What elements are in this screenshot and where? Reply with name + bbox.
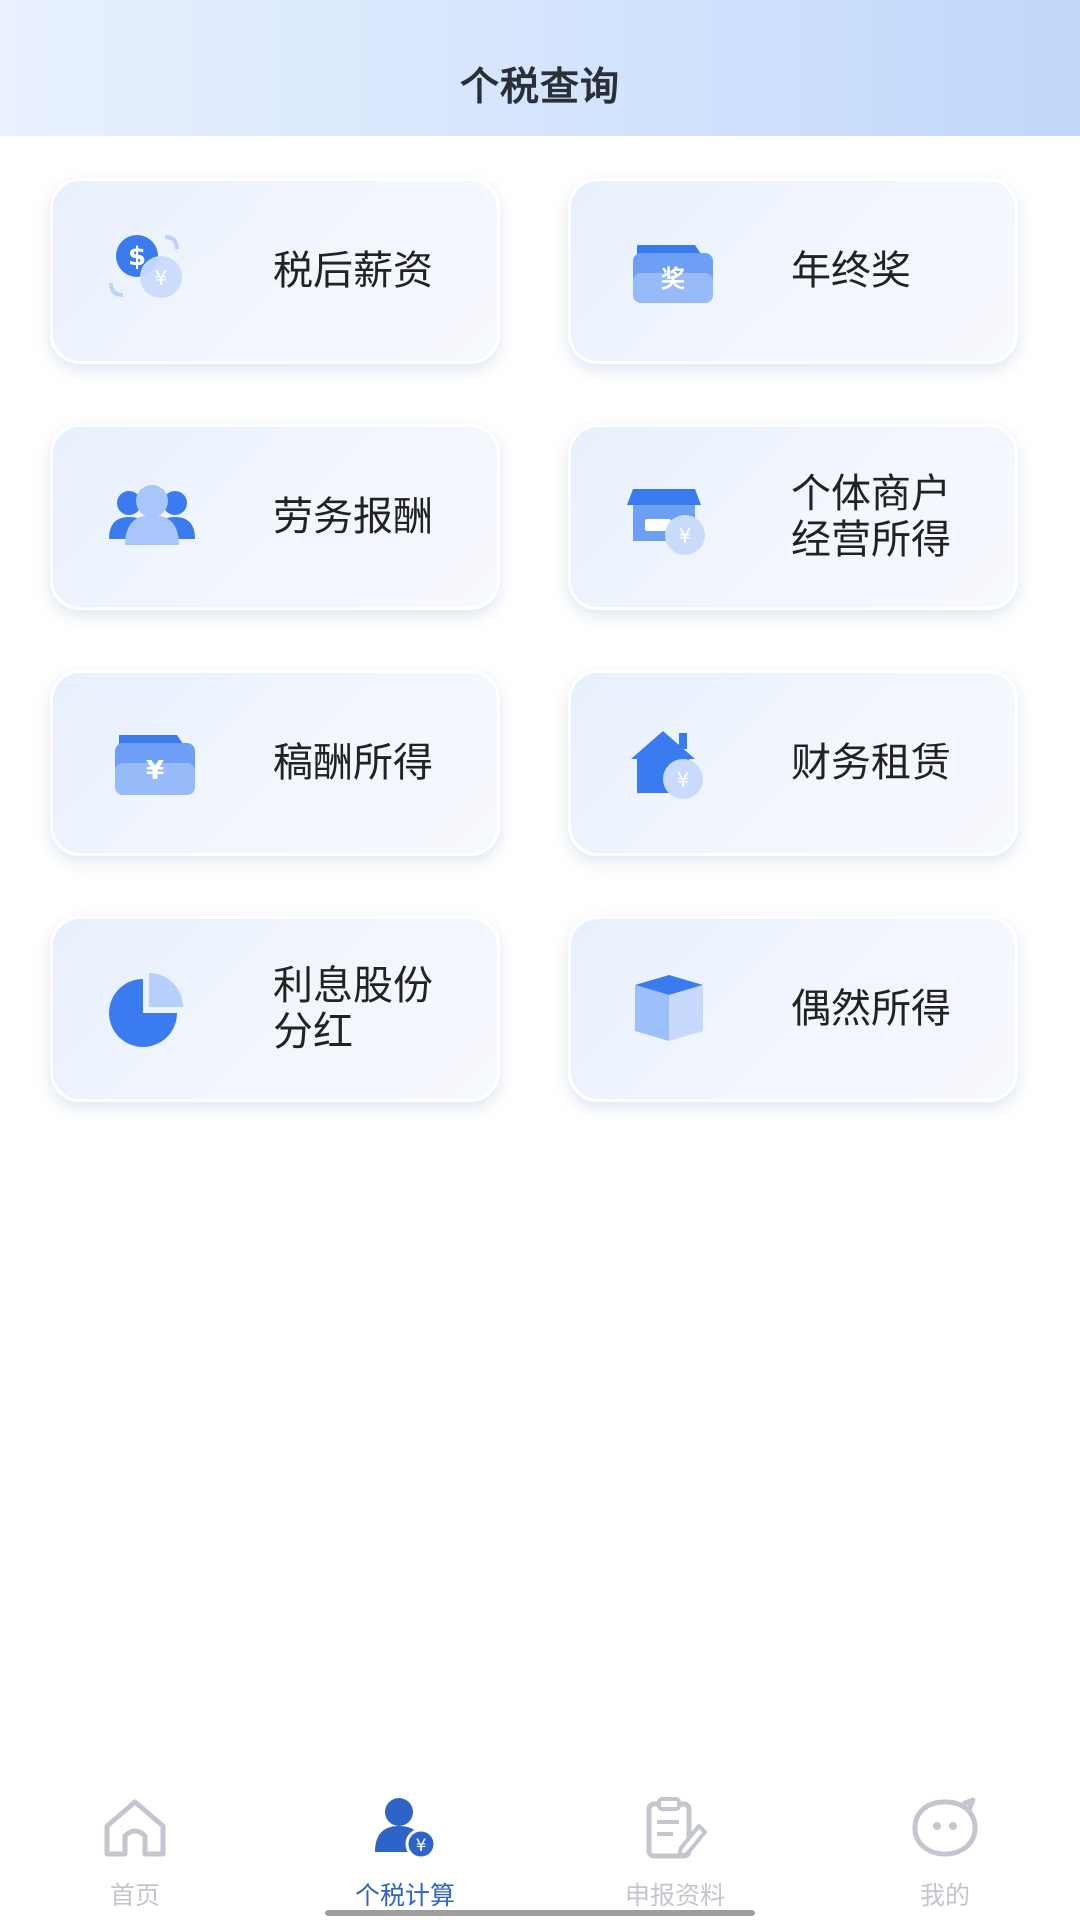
card-label: 利息股份 分红	[273, 963, 433, 1055]
tab-tax-calc[interactable]: ¥ 个税计算	[315, 1790, 495, 1920]
card-business-income[interactable]: ¥ 个体商户 经营所得	[568, 424, 1018, 610]
year-end-bonus-icon: 奖	[633, 245, 713, 303]
page-title: 个税查询	[459, 65, 620, 110]
card-financial-leasing[interactable]: ¥ 财务租赁	[568, 670, 1018, 856]
tab-home[interactable]: 首页	[45, 1790, 225, 1920]
home-icon	[104, 1799, 166, 1857]
card-year-end-bonus[interactable]: 奖 年终奖	[568, 178, 1018, 364]
svg-text:¥: ¥	[416, 1836, 427, 1856]
tab-label: 我的	[919, 1881, 970, 1910]
home-indicator	[325, 1910, 755, 1916]
svg-text:¥: ¥	[155, 266, 168, 290]
card-label: 偶然所得	[791, 986, 951, 1032]
card-label: 稿酬所得	[273, 740, 433, 786]
card-dividend-income[interactable]: 利息股份 分红	[50, 916, 500, 1102]
user-yuan-icon: ¥	[375, 1798, 437, 1860]
pie-chart-icon	[109, 973, 183, 1047]
people-icon	[109, 485, 195, 545]
tab-label: 个税计算	[354, 1881, 455, 1910]
card-royalty-income[interactable]: ¥ 稿酬所得	[50, 670, 500, 856]
card-label: 年终奖	[791, 248, 911, 294]
card-label: 劳务报酬	[273, 494, 433, 540]
svg-text:¥: ¥	[677, 768, 690, 792]
card-label: 财务租赁	[791, 740, 951, 786]
box-icon	[635, 975, 703, 1041]
salary-exchange-icon: $ ¥	[109, 235, 182, 298]
card-after-tax-salary[interactable]: $ ¥ 税后薪资	[50, 178, 500, 364]
tab-mine[interactable]: 我的	[855, 1790, 1035, 1920]
tab-label: 申报资料	[624, 1881, 725, 1910]
card-label: 个体商户 经营所得	[791, 471, 951, 563]
card-label: 税后薪资	[273, 248, 433, 294]
svg-text:¥: ¥	[146, 756, 164, 786]
wallet-yuan-icon: ¥	[115, 735, 195, 795]
card-labor-remuneration[interactable]: 劳务报酬	[50, 424, 500, 610]
bottom-tab-bar: 首页 ¥ 个税计算 申报资料 我的	[0, 1790, 1080, 1920]
store-yuan-icon: ¥	[627, 489, 705, 555]
tab-label: 首页	[109, 1881, 160, 1910]
card-incidental-income[interactable]: 偶然所得	[568, 916, 1018, 1102]
house-yuan-icon: ¥	[631, 731, 703, 799]
tab-declaration-materials[interactable]: 申报资料	[585, 1790, 765, 1920]
svg-text:¥: ¥	[679, 524, 692, 548]
svg-text:奖: 奖	[661, 265, 686, 293]
header-bar: 个税查询	[0, 0, 1080, 136]
chat-face-icon	[912, 1797, 978, 1857]
clipboard-edit-icon	[646, 1797, 707, 1859]
